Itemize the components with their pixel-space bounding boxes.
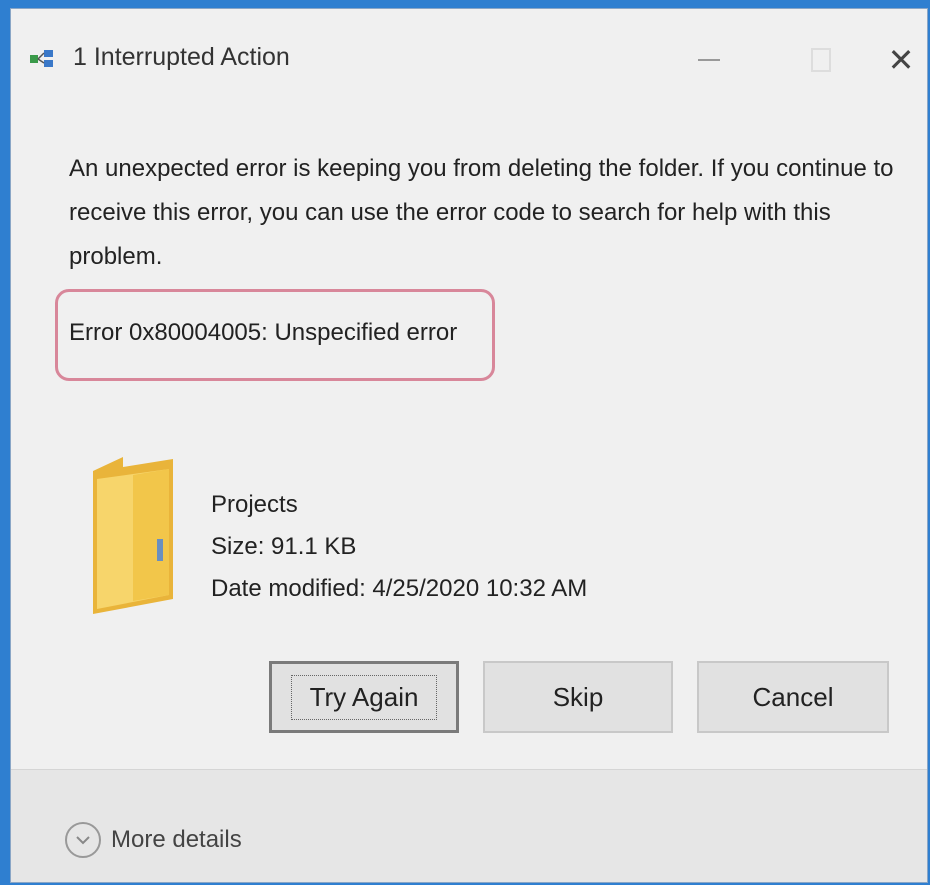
- close-button[interactable]: ✕: [871, 35, 927, 85]
- title-bar[interactable]: 1 Interrupted Action ✕: [11, 9, 927, 101]
- transfer-icon: [30, 50, 53, 67]
- skip-button[interactable]: Skip: [483, 661, 673, 733]
- more-details-toggle[interactable]: More details: [65, 822, 242, 858]
- maximize-button[interactable]: [791, 35, 851, 85]
- window-title: 1 Interrupted Action: [73, 43, 290, 71]
- error-code: Error 0x80004005: Unspecified error: [69, 319, 458, 346]
- file-date-modified: Date modified: 4/25/2020 10:32 AM: [211, 575, 588, 602]
- minimize-button[interactable]: [679, 35, 739, 85]
- more-details-label: More details: [111, 826, 242, 853]
- cancel-button[interactable]: Cancel: [697, 661, 889, 733]
- cancel-label: Cancel: [752, 681, 834, 712]
- dialog-footer: More details: [11, 769, 927, 882]
- close-icon: ✕: [887, 42, 915, 78]
- file-name: Projects: [211, 491, 298, 518]
- error-message: An unexpected error is keeping you from …: [69, 155, 894, 270]
- minimize-icon: [698, 59, 720, 61]
- try-again-label: Try Again: [290, 674, 438, 720]
- file-size: Size: 91.1 KB: [211, 533, 357, 560]
- maximize-icon: [811, 48, 831, 72]
- dialog-window: 1 Interrupted Action ✕ An unexpected err…: [10, 8, 928, 883]
- try-again-button[interactable]: Try Again: [269, 661, 459, 733]
- file-info: Projects Size: 91.1 KB Date modified: 4/…: [211, 484, 587, 610]
- skip-label: Skip: [552, 681, 604, 712]
- folder-icon: [93, 457, 173, 614]
- chevron-down-icon: [65, 822, 101, 858]
